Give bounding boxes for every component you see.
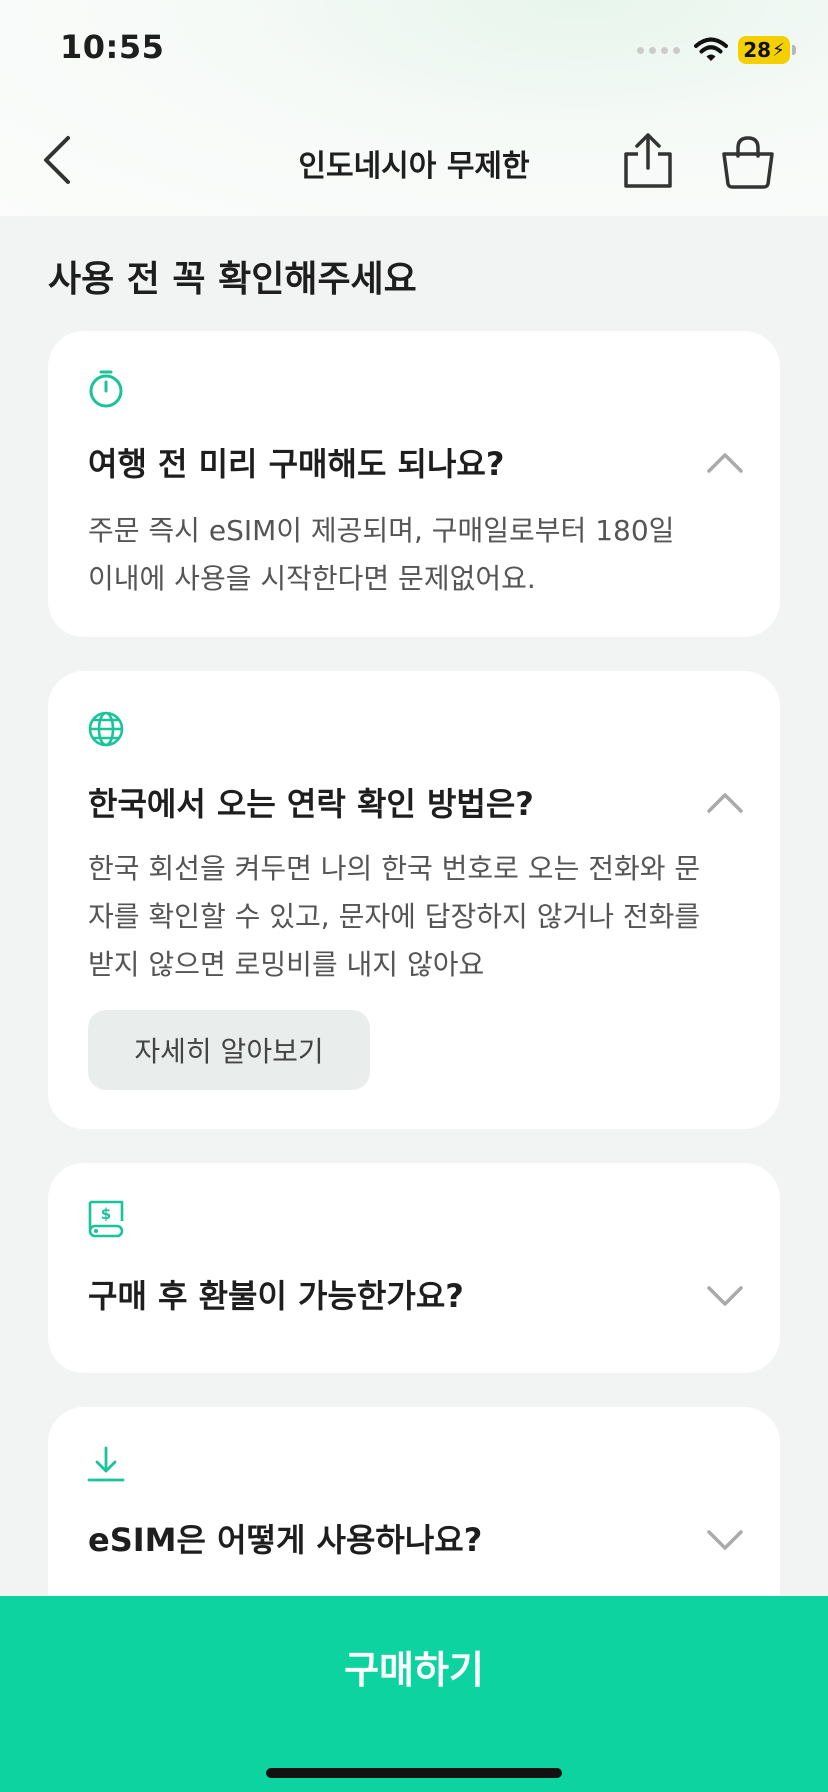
page-title: 인도네시아 무제한	[298, 149, 530, 184]
globe-icon	[88, 711, 124, 747]
faq-answer: 한국 회선을 켜두면 나의 한국 번호로 오는 전화와 문 자를 확인할 수 있…	[88, 845, 748, 989]
header-area: 10:55 28 ⚡︎ 인도네시아 무제한	[0, 0, 828, 216]
timer-icon	[89, 370, 123, 408]
purchase-bar: 구매하기	[0, 1596, 828, 1792]
refund-receipt-icon: $	[88, 1200, 124, 1238]
learn-more-button[interactable]: 자세히 알아보기	[88, 1010, 370, 1090]
faq-question[interactable]: 구매 후 환불이 가능한가요?	[88, 1271, 464, 1317]
svg-text:$: $	[101, 1205, 111, 1223]
charging-bolt-icon: ⚡︎	[772, 39, 785, 61]
status-time: 10:55	[60, 28, 165, 66]
chevron-up-icon[interactable]	[706, 451, 744, 475]
answer-line: 받지 않으면 로밍비를 내지 않아요	[88, 948, 485, 981]
answer-line: 자를 확인할 수 있고, 문자에 답장하지 않거나 전화를	[88, 900, 701, 933]
answer-line: 한국 회선을 켜두면 나의 한국 번호로 오는 전화와 문	[88, 852, 701, 885]
purchase-button[interactable]: 구매하기	[0, 1596, 828, 1736]
chevron-down-icon[interactable]	[706, 1284, 744, 1308]
faq-card-prepurchase: 여행 전 미리 구매해도 되나요? 주문 즉시 eSIM이 제공되며, 구매일로…	[48, 331, 780, 637]
faq-card-korea-contact: 한국에서 오는 연락 확인 방법은? 한국 회선을 켜두면 나의 한국 번호로 …	[48, 671, 780, 1129]
faq-question[interactable]: 한국에서 오는 연락 확인 방법은?	[88, 779, 534, 825]
faq-answer: 주문 즉시 eSIM이 제공되며, 구매일로부터 180일 이내에 사용을 시작…	[88, 507, 748, 603]
faq-question[interactable]: eSIM은 어떻게 사용하나요?	[88, 1515, 482, 1561]
answer-line: 이내에 사용을 시작한다면 문제없어요.	[88, 562, 536, 595]
status-indicators: 28 ⚡︎	[637, 32, 796, 68]
answer-line: 주문 즉시 eSIM이 제공되며, 구매일로부터 180일	[88, 514, 675, 547]
share-icon[interactable]	[620, 132, 676, 190]
shopping-bag-icon[interactable]	[718, 134, 778, 190]
chevron-up-icon[interactable]	[706, 791, 744, 815]
chevron-down-icon[interactable]	[706, 1528, 744, 1552]
battery-icon: 28 ⚡︎	[738, 36, 796, 64]
home-indicator	[266, 1768, 562, 1778]
wifi-icon	[694, 37, 728, 61]
cellular-signal-icon	[637, 46, 680, 54]
download-icon	[87, 1446, 125, 1482]
battery-level: 28	[743, 38, 772, 62]
section-title: 사용 전 꼭 확인해주세요	[48, 259, 417, 300]
faq-card-refund: $ 구매 후 환불이 가능한가요?	[48, 1163, 780, 1373]
faq-question[interactable]: 여행 전 미리 구매해도 되나요?	[88, 439, 504, 485]
